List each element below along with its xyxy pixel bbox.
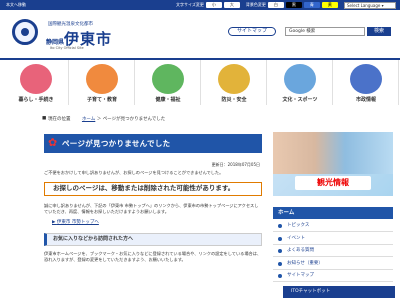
breadcrumb-current: ページが見つかりませんでした [102, 117, 166, 122]
breadcrumb: 現在の位置 ホーム ＞ ページが見つかりませんでした [48, 116, 165, 122]
top-bar: 本文へ移動 文字サイズ変更 小 大 背景色変更 白 黒 青 黄 Select L… [0, 0, 400, 10]
bullet-icon [278, 274, 282, 278]
updated-date: 更新日：2018年07月05日 [211, 162, 260, 167]
bookmark-text: 伊東市ホームページを、ブックマーク・お気に入りなどに登録されている場合や、リンク… [44, 251, 262, 262]
nav-category-icon [86, 64, 118, 94]
prefecture-name: 静岡県 [46, 39, 65, 46]
nav-category-icon [350, 64, 382, 94]
side-menu-item-label: よくある質問 [287, 248, 314, 253]
tourism-banner[interactable]: 観光情報 [273, 132, 393, 196]
chatbot-button[interactable]: ITOチャットボット [283, 286, 395, 298]
side-menu-heading[interactable]: ホーム [273, 207, 393, 219]
fontsize-large-button[interactable]: 大 [223, 1, 240, 8]
nav-category-icon [218, 64, 250, 94]
apology-text: ご不便をおかけして申し訳ありませんが、お探しのページを見つけることができませんで… [44, 170, 224, 175]
page-title-bar: ✿ ページが見つかりませんでした [44, 134, 262, 153]
bg-black-button[interactable]: 黒 [285, 1, 302, 8]
fontsize-small-button[interactable]: 小 [205, 1, 222, 8]
nav-item-label: 市政情報 [355, 97, 376, 103]
nav-category-icon [152, 64, 184, 94]
bullet-icon [278, 249, 282, 253]
side-menu-item-label: サイトマップ [287, 273, 314, 278]
banner-label: 観光情報 [295, 176, 371, 190]
nav-item-label: 防災・安全 [221, 97, 247, 103]
nav-item-5[interactable]: 市政情報 [333, 60, 399, 105]
bg-yellow-button[interactable]: 黄 [321, 1, 338, 8]
side-menu-item[interactable]: お知らせ（重要） [273, 259, 393, 270]
banner-photo [273, 132, 393, 174]
camellia-icon: ✿ [48, 136, 58, 149]
page-title: ページが見つかりませんでした [62, 139, 171, 148]
side-menu-item-label: イベント [287, 235, 305, 241]
top-page-link[interactable]: ▶ 伊東市 市勢トップへ [52, 219, 99, 225]
nav-item-label: 子育て・教育 [86, 97, 117, 103]
nav-item-label: 健康・福祉 [155, 97, 181, 103]
side-menu-item[interactable]: サイトマップ [273, 271, 393, 282]
skip-link[interactable]: 本文へ移動 [6, 2, 26, 8]
city-english-name: Ito City Official Site [50, 46, 84, 50]
instruction-text: 誠に申し訳ありませんが、下記の「伊東市 市勢トップへ」のリンクから、伊東市の市勢… [44, 203, 259, 214]
breadcrumb-label: 現在の位置 [48, 117, 71, 122]
nav-item-3[interactable]: 防災・安全 [201, 60, 267, 105]
top-page-link-label: 伊東市 市勢トップへ [56, 220, 99, 225]
nav-item-label: 暮らし・手続き [18, 97, 54, 103]
language-select[interactable]: Select Language ▾ [344, 1, 396, 9]
search-button[interactable]: 検索 [367, 27, 391, 36]
bullet-icon [278, 224, 282, 228]
nav-item-0[interactable]: 暮らし・手続き [3, 60, 69, 105]
city-emblem-icon[interactable] [12, 19, 38, 45]
color-label: 背景色変更 [245, 1, 266, 7]
sitemap-button[interactable]: サイトマップ [228, 27, 276, 36]
notice-box: お探しのページは、移動または削除された可能性があります。 [44, 182, 262, 196]
side-menu-item-label: お知らせ（重要） [287, 260, 323, 266]
side-menu-item[interactable]: よくある質問 [273, 246, 393, 257]
breadcrumb-separator: ＞ [96, 117, 102, 122]
nav-item-2[interactable]: 健康・福祉 [135, 60, 201, 105]
side-menu-item[interactable]: トピックス [273, 221, 393, 232]
nav-category-icon [284, 64, 316, 94]
nav-item-1[interactable]: 子育て・教育 [69, 60, 135, 105]
accessibility-controls: 文字サイズ変更 小 大 背景色変更 白 黒 青 黄 [176, 1, 338, 8]
bg-blue-button[interactable]: 青 [303, 1, 320, 8]
side-menu-item[interactable]: イベント [273, 234, 393, 245]
side-menu-item-label: トピックス [287, 223, 310, 228]
nav-item-4[interactable]: 文化・スポーツ [267, 60, 333, 105]
global-nav: 暮らし・手続き 子育て・教育 健康・福祉 防災・安全 文化・スポーツ 市政情報 [0, 60, 400, 105]
nav-category-icon [20, 64, 52, 94]
bg-white-button[interactable]: 白 [267, 1, 284, 8]
breadcrumb-home-link[interactable]: ホーム [82, 117, 95, 122]
fontsize-label: 文字サイズ変更 [176, 1, 204, 7]
bullet-icon [278, 236, 282, 241]
bookmark-heading: お気に入りなどから訪問された方へ [44, 233, 262, 246]
search-input[interactable]: Google 検索 [285, 27, 365, 36]
breadcrumb-marker-icon: ■ [42, 116, 47, 121]
nav-item-label: 文化・スポーツ [282, 97, 318, 103]
city-subtitle: 国際観光温泉文化都市 [48, 22, 93, 27]
bullet-icon [278, 261, 282, 266]
